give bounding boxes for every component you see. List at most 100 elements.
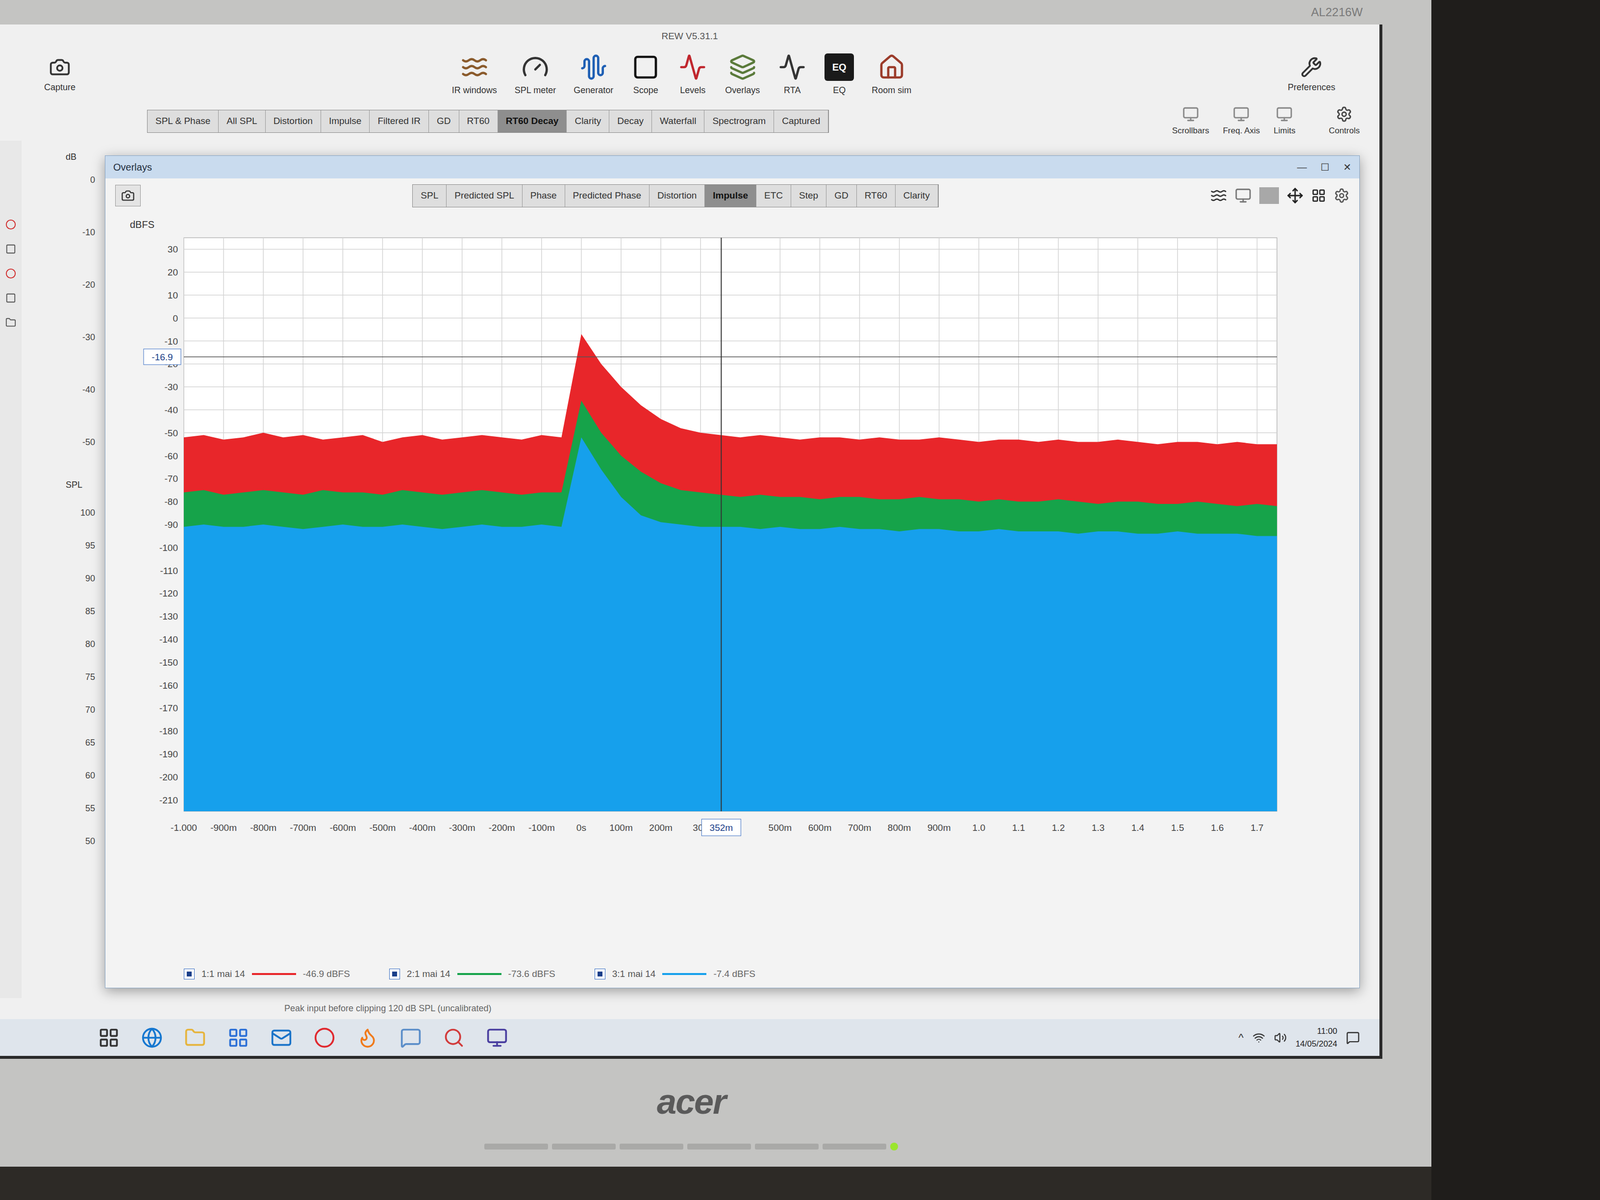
taskbar-app-icon[interactable] [486, 1026, 508, 1049]
tab[interactable]: ETC [756, 184, 792, 207]
tab[interactable]: Step [791, 184, 827, 207]
svg-text:-600m: -600m [329, 822, 356, 833]
record-icon[interactable] [5, 219, 17, 230]
tool-button[interactable]: Overlays [725, 53, 760, 98]
svg-text:1.1: 1.1 [1012, 822, 1025, 833]
impulse-chart[interactable]: dBFS3020100-10-20-30-40-50-60-70-80-90-1… [110, 213, 1297, 861]
window-button[interactable]: ✕ [1343, 159, 1352, 175]
tab[interactable]: Clarity [895, 184, 939, 207]
legend: 1:1 mai 14-46.9 dBFS 2:1 mai 14-73.6 dBFS… [105, 960, 1360, 989]
tab[interactable]: SPL [412, 184, 447, 207]
capture-button[interactable]: Capture [44, 56, 76, 95]
tab[interactable]: SPL & Phase [147, 110, 219, 133]
tab[interactable]: Distortion [265, 110, 322, 133]
bezel-button[interactable] [754, 1143, 819, 1150]
taskbar-app-icon[interactable] [184, 1026, 206, 1049]
settings-icon[interactable] [1333, 187, 1350, 204]
stop-icon[interactable] [5, 292, 17, 304]
bezel-button[interactable] [484, 1143, 549, 1150]
tab[interactable]: Filtered IR [369, 110, 429, 133]
taskbar-app-icon[interactable] [313, 1026, 336, 1049]
tab[interactable]: Decay [609, 110, 652, 133]
overlays-window[interactable]: Overlays—☐✕SPLPredicted SPLPhasePredicte… [104, 155, 1360, 989]
overlays-titlebar[interactable]: Overlays—☐✕ [105, 155, 1360, 179]
traces-icon[interactable] [1210, 187, 1227, 204]
taskbar-app-icon[interactable] [98, 1026, 120, 1049]
taskbar-app-icon[interactable] [141, 1026, 163, 1049]
tab[interactable]: GD [428, 110, 460, 133]
tab[interactable]: Predicted SPL [446, 184, 523, 207]
stop-icon[interactable] [5, 243, 17, 255]
record-icon[interactable] [5, 268, 17, 279]
tool-button[interactable]: Room sim [871, 53, 912, 98]
legend-checkbox[interactable] [594, 968, 606, 980]
controls-icon[interactable] [1311, 188, 1326, 203]
bezel-button[interactable] [687, 1143, 751, 1150]
limits-icon[interactable] [1286, 187, 1304, 204]
tab[interactable]: Distortion [649, 184, 705, 207]
legend-line [457, 973, 502, 975]
window-title: REW V5.31.1 [661, 29, 718, 44]
tab[interactable]: Captured [774, 110, 829, 133]
legend-item[interactable]: 1:1 mai 14-46.9 dBFS [183, 967, 350, 982]
svg-text:10: 10 [167, 290, 178, 301]
camera-button[interactable] [115, 184, 141, 207]
bezel-button[interactable] [551, 1143, 616, 1150]
legend-checkbox[interactable] [389, 968, 400, 980]
tool-button[interactable]: Levels [677, 53, 708, 98]
tab[interactable]: RT60 [459, 110, 499, 133]
controls-button[interactable]: Controls [1328, 105, 1360, 138]
view-control[interactable]: Freq. Axis [1223, 105, 1261, 138]
bezel-button[interactable] [822, 1143, 887, 1150]
tool-button[interactable]: SPL meter [514, 53, 556, 98]
tab[interactable]: Impulse [321, 110, 371, 133]
tab[interactable]: Impulse [704, 184, 757, 207]
tab[interactable]: Phase [522, 184, 566, 207]
taskbar-app-icon[interactable] [443, 1026, 465, 1049]
window-button[interactable]: ☐ [1320, 159, 1330, 175]
preferences-button[interactable]: Preferences [1287, 56, 1336, 95]
tab[interactable]: Waterfall [651, 110, 705, 133]
clock[interactable]: 11:0014/05/2024 [1295, 1025, 1338, 1050]
tab[interactable]: Predicted Phase [565, 184, 650, 207]
cursor-vertical [720, 237, 722, 812]
taskbar-app-icon[interactable] [270, 1026, 293, 1049]
tray-arrow[interactable]: ^ [1238, 1029, 1244, 1046]
svg-text:-90: -90 [164, 519, 178, 530]
tool-button[interactable]: IR windows [451, 53, 498, 98]
taskbar-app-icon[interactable] [227, 1026, 250, 1049]
svg-text:-170: -170 [159, 702, 178, 714]
tab[interactable]: Spectrogram [704, 110, 775, 133]
svg-text:-200m: -200m [488, 822, 516, 833]
tab[interactable]: GD [826, 184, 857, 207]
notification-icon[interactable] [1346, 1030, 1360, 1045]
view-control[interactable]: Limits [1273, 105, 1296, 138]
display-icon[interactable] [1234, 187, 1252, 204]
svg-text:-10: -10 [164, 335, 178, 347]
main-tabs: SPL & PhaseAll SPLDistortionImpulseFilte… [147, 109, 829, 133]
tool-button[interactable]: Generator [573, 53, 614, 98]
bezel-button[interactable] [619, 1143, 684, 1150]
legend-checkbox[interactable] [183, 968, 195, 980]
tool-button[interactable]: EQEQ [824, 53, 854, 98]
legend-value: -46.9 dBFS [302, 967, 350, 982]
taskbar-app-icon[interactable] [356, 1026, 379, 1049]
legend-item[interactable]: 2:1 mai 14-73.6 dBFS [389, 967, 556, 982]
tool-button[interactable]: Scope [630, 53, 661, 98]
window-button[interactable]: — [1297, 159, 1307, 175]
view-icon [1180, 105, 1201, 123]
volume-icon[interactable] [1274, 1031, 1287, 1045]
color-swatch[interactable] [1259, 187, 1279, 204]
view-control[interactable]: Scrollbars [1172, 105, 1210, 138]
tab[interactable]: Clarity [566, 110, 610, 133]
tab[interactable]: All SPL [218, 110, 266, 133]
legend-item[interactable]: 3:1 mai 14-7.4 dBFS [594, 967, 756, 982]
series-area [183, 437, 1277, 812]
tab[interactable]: RT60 [856, 184, 896, 207]
cursor-horizontal [183, 356, 1277, 358]
tool-button[interactable]: RTA [777, 53, 807, 98]
network-icon[interactable] [1252, 1031, 1266, 1045]
folder-icon[interactable] [5, 317, 17, 328]
taskbar-app-icon[interactable] [400, 1026, 422, 1049]
tab[interactable]: RT60 Decay [498, 110, 568, 133]
